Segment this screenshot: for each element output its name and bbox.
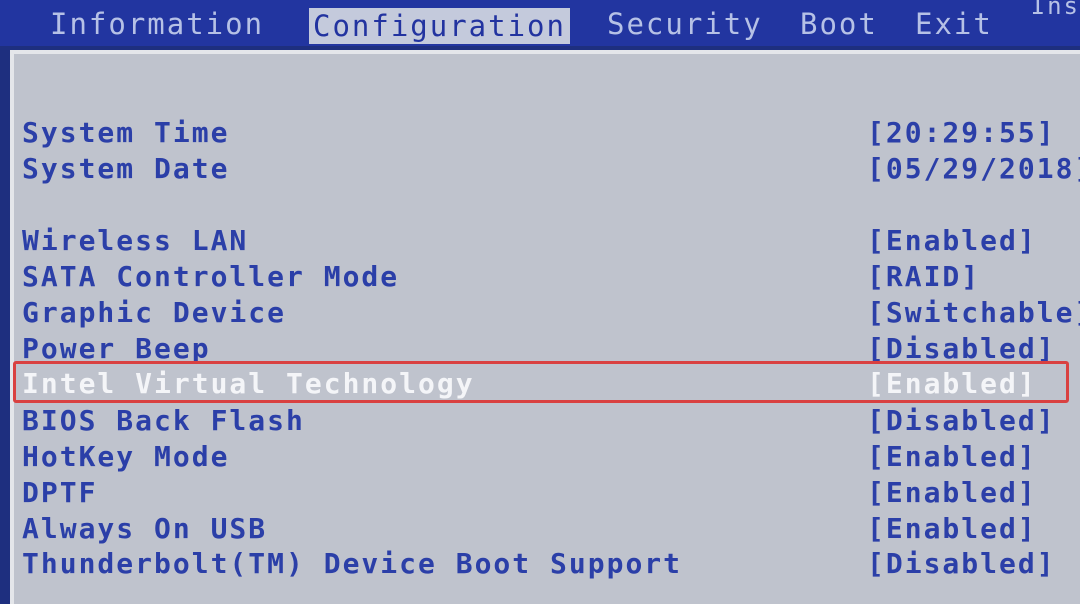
configuration-panel: System Time [20:29:55] System Date [05/2… xyxy=(10,50,1080,604)
tab-exit[interactable]: Exit xyxy=(915,6,993,42)
setting-value[interactable]: [Enabled] xyxy=(867,476,1037,509)
tab-configuration[interactable]: Configuration xyxy=(309,8,570,44)
setting-row-always-on-usb[interactable]: Always On USB [Enabled] xyxy=(14,512,1080,548)
tab-information[interactable]: Information xyxy=(50,6,264,42)
tab-boot[interactable]: Boot xyxy=(800,6,878,42)
setting-label: SATA Controller Mode xyxy=(22,260,400,293)
setting-label: BIOS Back Flash xyxy=(22,404,305,437)
setting-row-dptf[interactable]: DPTF [Enabled] xyxy=(14,476,1080,512)
tab-security[interactable]: Security xyxy=(607,6,763,42)
menu-bar: Information Configuration Security Boot … xyxy=(0,0,1080,46)
setting-value[interactable]: [Enabled] xyxy=(867,367,1037,400)
setting-value[interactable]: [Enabled] xyxy=(867,440,1037,473)
setting-label: Always On USB xyxy=(22,512,268,545)
setting-value[interactable]: [20:29:55] xyxy=(867,116,1056,149)
setting-row-hotkey-mode[interactable]: HotKey Mode [Enabled] xyxy=(14,440,1080,476)
setting-value[interactable]: [Enabled] xyxy=(867,512,1037,545)
setting-row-wireless-lan[interactable]: Wireless LAN [Enabled] xyxy=(14,224,1080,260)
setting-row-thunderbolt-device-boot-support[interactable]: Thunderbolt(TM) Device Boot Support [Dis… xyxy=(14,547,1080,583)
setting-label: Graphic Device xyxy=(22,296,287,329)
setting-value[interactable]: [RAID] xyxy=(867,260,980,293)
setting-value[interactable]: [Switchable] xyxy=(867,296,1080,329)
setting-label: HotKey Mode xyxy=(22,440,230,473)
setting-row-system-date[interactable]: System Date [05/29/2018] xyxy=(14,152,1080,188)
setting-value[interactable]: [Disabled] xyxy=(867,404,1056,437)
setting-row-intel-virtual-technology[interactable]: Intel Virtual Technology [Enabled] xyxy=(14,367,1080,403)
setting-label: System Time xyxy=(22,116,230,149)
setting-label: System Date xyxy=(22,152,230,185)
setting-row-sata-controller-mode[interactable]: SATA Controller Mode [RAID] xyxy=(14,260,1080,296)
setting-row-bios-back-flash[interactable]: BIOS Back Flash [Disabled] xyxy=(14,404,1080,440)
setting-row-power-beep[interactable]: Power Beep [Disabled] xyxy=(14,332,1080,368)
setting-value[interactable]: [05/29/2018] xyxy=(867,152,1080,185)
setting-label: Power Beep xyxy=(22,332,211,365)
setting-row-graphic-device[interactable]: Graphic Device [Switchable] xyxy=(14,296,1080,332)
setting-row-system-time[interactable]: System Time [20:29:55] xyxy=(14,116,1080,152)
setting-label: Intel Virtual Technology xyxy=(22,367,475,400)
setting-label: DPTF xyxy=(22,476,98,509)
setting-label: Thunderbolt(TM) Device Boot Support xyxy=(22,547,683,580)
corner-key-hint: Ins xyxy=(1030,0,1080,20)
setting-value[interactable]: [Enabled] xyxy=(867,224,1037,257)
setting-value[interactable]: [Disabled] xyxy=(867,547,1056,580)
setting-label: Wireless LAN xyxy=(22,224,249,257)
setting-value[interactable]: [Disabled] xyxy=(867,332,1056,365)
bios-setup-screen: Information Configuration Security Boot … xyxy=(0,0,1080,604)
